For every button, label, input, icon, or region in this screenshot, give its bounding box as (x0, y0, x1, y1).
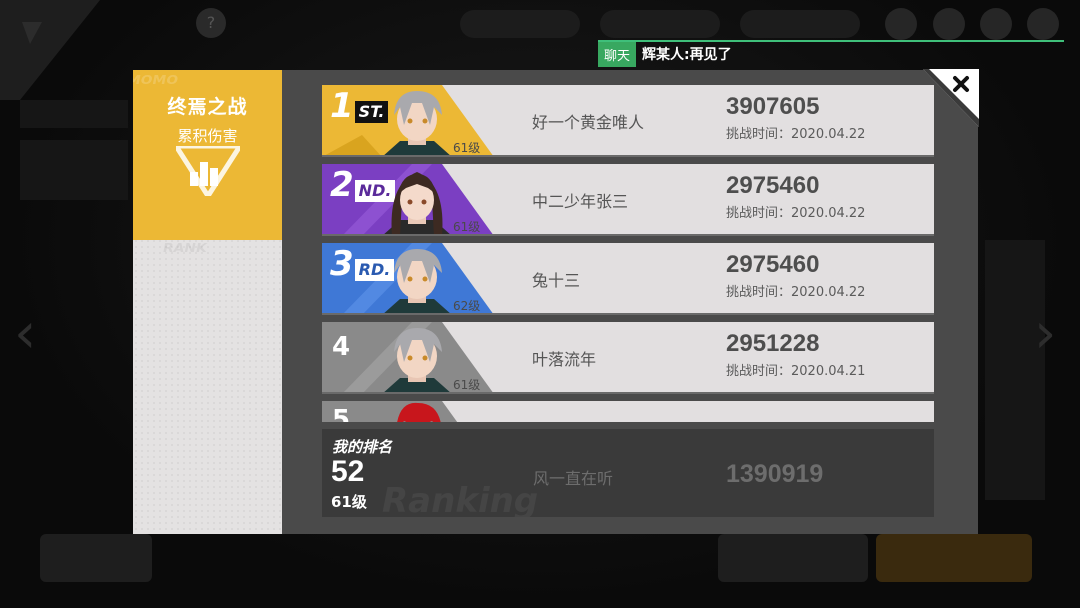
my-level: 61级 (331, 493, 367, 511)
my-ranking: Ranking 我的排名 52 61级 风一直在听 1390919 (322, 429, 934, 517)
player-score: 2951228 (726, 330, 820, 357)
bg-button[interactable] (40, 534, 152, 582)
player-avatar (384, 91, 450, 155)
ranking-list[interactable]: 1 ST. 61级 好一个黄金唯人 3907605 挑战时间：2020.04.22 (322, 85, 934, 422)
bg-menu-icon-2[interactable] (933, 8, 965, 40)
bg-side-block (20, 140, 128, 200)
bg-resource-2 (600, 10, 720, 38)
event-sidebar: ᴹᴼᴹᴼ 终焉之战 累积伤害 ᴿᴬᴺᴷ (133, 70, 282, 534)
challenge-time: 挑战时间：2020.04.22 (726, 127, 866, 142)
bg-prev-arrow-icon[interactable]: ‹ (14, 305, 46, 363)
bg-button[interactable] (718, 534, 868, 582)
ranking-row-5[interactable]: 5 (322, 401, 934, 422)
player-score: 3907605 (726, 93, 820, 120)
bg-next-arrow-icon[interactable]: › (1034, 305, 1066, 363)
ranking-panel: ᴹᴼᴹᴼ 终焉之战 累积伤害 ᴿᴬᴺᴷ (133, 69, 979, 534)
player-avatar (384, 249, 450, 313)
bg-menu-icon-1[interactable] (885, 8, 917, 40)
event-subtitle: 累积伤害 (177, 127, 238, 145)
bg-menu-icon-3[interactable] (980, 8, 1012, 40)
bar-chart-icon (176, 146, 240, 196)
bg-resource-1 (460, 10, 580, 38)
player-level: 62级 (453, 299, 481, 313)
help-icon[interactable]: ? (196, 8, 226, 38)
my-name: 风一直在听 (533, 469, 614, 488)
my-rank-number: 52 (331, 455, 365, 488)
player-name: 中二少年张三 (532, 192, 629, 211)
my-ranking-watermark: Ranking (382, 481, 539, 517)
event-title: 终焉之战 (167, 96, 248, 118)
ranking-row-4[interactable]: 4 61级 叶落流年 2951228 挑战时间：2020.04.21 (322, 322, 934, 394)
bg-side-block (985, 240, 1045, 500)
sidebar-watermark: ᴿᴬᴺᴷ (163, 240, 207, 265)
player-score: 2975460 (726, 172, 820, 199)
player-level: 61级 (453, 378, 481, 392)
back-logo-icon[interactable] (0, 0, 100, 100)
challenge-time: 挑战时间：2020.04.22 (726, 206, 866, 221)
ranking-row-2[interactable]: 2 ND. 61级 中二少年张三 2975460 挑战时间：2020.04.22 (322, 164, 934, 236)
bg-start-button[interactable] (876, 534, 1032, 582)
player-name: 好一个黄金唯人 (532, 113, 645, 132)
my-score: 1390919 (726, 460, 824, 488)
event-tab[interactable]: ᴹᴼᴹᴼ 终焉之战 累积伤害 (133, 70, 282, 240)
bg-side-block (20, 100, 128, 128)
player-avatar (384, 328, 450, 392)
chat-message: 辉某人:再见了 (642, 47, 732, 63)
bg-page-title (98, 12, 158, 33)
my-rank-label: 我的排名 (332, 438, 393, 456)
player-avatar (384, 172, 450, 234)
bg-resource-3 (740, 10, 860, 38)
rank-badge: 4 (332, 332, 351, 362)
player-level: 61级 (453, 220, 481, 234)
ranking-row-3[interactable]: 3 RD. 62级 兔十三 2975460 挑战时间：2020.04.22 (322, 243, 934, 315)
chat-bar[interactable]: 聊天 辉某人:再见了 (598, 41, 732, 67)
bg-menu-icon-4[interactable] (1027, 8, 1059, 40)
player-name: 叶落流年 (532, 350, 597, 369)
game-screen: ? ‹ › 聊天 辉某人:再见了 ᴹᴼᴹᴼ 终焉之战 累积伤害 (0, 0, 1080, 608)
rank-badge: 5 (332, 405, 351, 422)
player-score: 2975460 (726, 251, 820, 278)
player-name: 兔十三 (532, 271, 581, 290)
player-level: 61级 (453, 141, 481, 155)
player-avatar (397, 402, 441, 422)
challenge-time: 挑战时间：2020.04.22 (726, 285, 866, 300)
ranking-row-1[interactable]: 1 ST. 61级 好一个黄金唯人 3907605 挑战时间：2020.04.22 (322, 85, 934, 157)
challenge-time: 挑战时间：2020.04.21 (726, 364, 866, 379)
chat-tag[interactable]: 聊天 (598, 41, 637, 67)
